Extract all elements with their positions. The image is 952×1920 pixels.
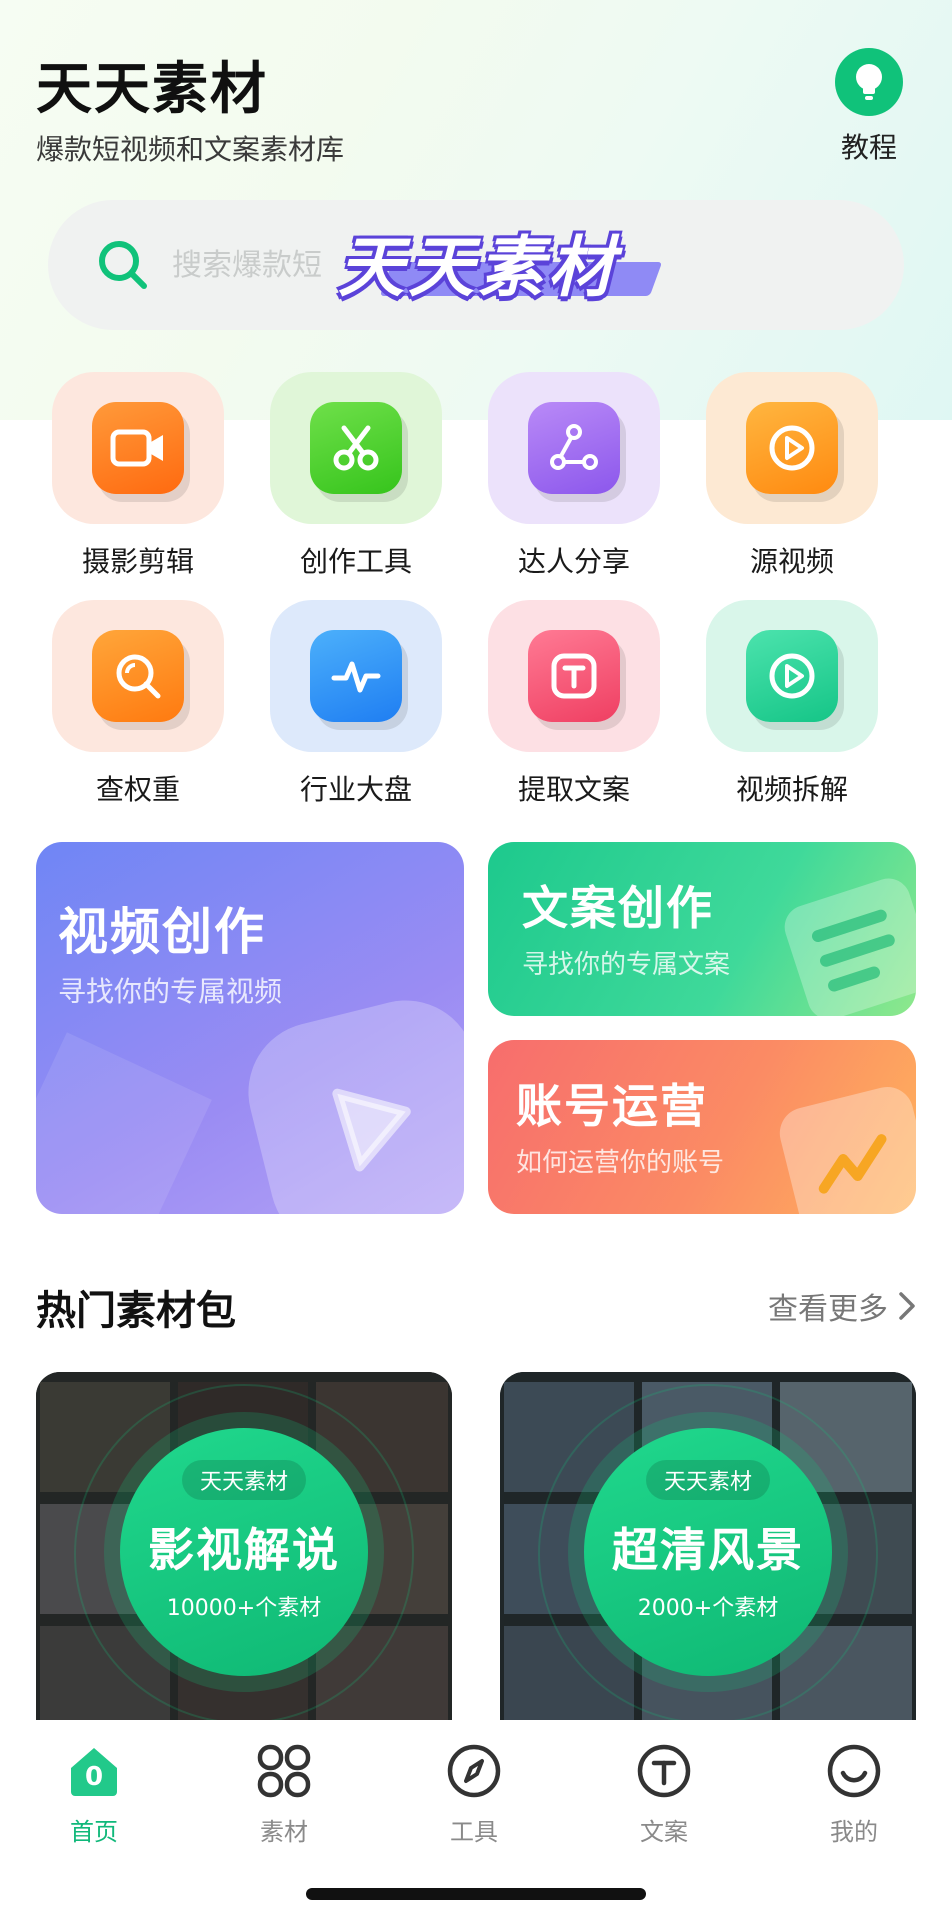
chevron-right-icon bbox=[898, 1291, 916, 1321]
compass-icon bbox=[445, 1742, 503, 1800]
tab-label: 工具 bbox=[450, 1818, 498, 1846]
tile bbox=[706, 372, 878, 524]
tile bbox=[488, 600, 660, 752]
overlay-text: 天天素材 bbox=[338, 229, 618, 306]
video-camera-icon bbox=[92, 402, 184, 494]
play-circle-icon bbox=[746, 402, 838, 494]
pack-count: 10000+个素材 bbox=[166, 1596, 322, 1621]
pack-badge-circle: 天天素材 超清风景 2000+个素材 bbox=[584, 1428, 832, 1676]
section-title: 热门素材包 bbox=[36, 1288, 236, 1334]
view-more-label: 查看更多 bbox=[768, 1292, 888, 1327]
tile bbox=[706, 600, 878, 752]
grid-label: 查权重 bbox=[95, 773, 180, 806]
grid-label: 提取文案 bbox=[517, 773, 630, 806]
tutorial-label: 教程 bbox=[840, 131, 897, 164]
grid-label: 行业大盘 bbox=[299, 773, 412, 806]
app-subtitle: 爆款短视频和文案素材库 bbox=[36, 133, 345, 166]
document-icon bbox=[778, 872, 916, 1016]
grid-item-source-video[interactable]: 源视频 bbox=[692, 372, 892, 580]
grid-item-photo-edit[interactable]: 摄影剪辑 bbox=[38, 372, 238, 580]
tile bbox=[52, 600, 224, 752]
card-title: 视频创作 bbox=[58, 903, 266, 961]
material-pack-card[interactable]: 天天素材 影视解说 10000+个素材 bbox=[36, 1372, 452, 1722]
grid-label: 达人分享 bbox=[517, 545, 630, 578]
card-subtitle: 寻找你的专属文案 bbox=[522, 950, 731, 980]
pack-title: 影视解说 bbox=[148, 1523, 340, 1577]
tab-label: 素材 bbox=[260, 1818, 308, 1846]
grid-item-video-breakdown[interactable]: 视频拆解 bbox=[692, 600, 892, 808]
grid-item-check-weight[interactable]: 查权重 bbox=[38, 600, 238, 808]
search-icon bbox=[92, 630, 184, 722]
account-operation-card[interactable]: 账号运营 如何运营你的账号 bbox=[488, 1040, 916, 1214]
play-circle-icon bbox=[746, 630, 838, 722]
pack-badge-circle: 天天素材 影视解说 10000+个素材 bbox=[120, 1428, 368, 1676]
text-box-icon bbox=[528, 630, 620, 722]
copy-creation-card[interactable]: 文案创作 寻找你的专属文案 bbox=[488, 842, 916, 1016]
grid-label: 视频拆解 bbox=[735, 773, 848, 806]
grid-label: 源视频 bbox=[749, 545, 834, 578]
grid-item-extract-copy[interactable]: 提取文案 bbox=[474, 600, 674, 808]
tab-home[interactable]: 0 首页 bbox=[24, 1742, 164, 1847]
pack-title: 超清风景 bbox=[612, 1523, 804, 1577]
pulse-icon bbox=[310, 630, 402, 722]
search-bar[interactable]: 天天素材 bbox=[48, 200, 904, 330]
grid-item-creation-tools[interactable]: 创作工具 bbox=[256, 372, 456, 580]
tab-copywriting[interactable]: 文案 bbox=[594, 1742, 734, 1847]
tab-label: 文案 bbox=[640, 1818, 688, 1846]
grid-label: 摄影剪辑 bbox=[81, 545, 194, 578]
play-icon bbox=[233, 985, 464, 1214]
smile-icon bbox=[825, 1742, 883, 1800]
tile bbox=[270, 372, 442, 524]
card-subtitle: 如何运营你的账号 bbox=[516, 1148, 725, 1178]
home-indicator[interactable] bbox=[306, 1888, 646, 1900]
scissors-icon bbox=[310, 402, 402, 494]
card-title: 账号运营 bbox=[516, 1079, 708, 1133]
app-title: 天天素材 bbox=[36, 57, 268, 122]
search-overlay-watermark: 天天素材 bbox=[338, 212, 663, 312]
material-pack-card[interactable]: 天天素材 超清风景 2000+个素材 bbox=[500, 1372, 916, 1722]
header: 天天素材 爆款短视频和文案素材库 教程 bbox=[0, 0, 952, 190]
tile bbox=[488, 372, 660, 524]
pack-brand-badge: 天天素材 bbox=[645, 1460, 770, 1500]
tab-mine[interactable]: 我的 bbox=[784, 1742, 924, 1847]
grid-item-industry-market[interactable]: 行业大盘 bbox=[256, 600, 456, 808]
pack-count: 2000+个素材 bbox=[637, 1596, 779, 1621]
card-subtitle: 寻找你的专属视频 bbox=[58, 975, 283, 1008]
tab-tools[interactable]: 工具 bbox=[404, 1742, 544, 1847]
tab-label: 我的 bbox=[830, 1818, 878, 1846]
chart-bolt-icon bbox=[774, 1081, 916, 1214]
grid-icon bbox=[255, 1742, 313, 1800]
card-title: 文案创作 bbox=[522, 881, 714, 935]
share-icon bbox=[528, 402, 620, 494]
tile bbox=[270, 600, 442, 752]
tile bbox=[52, 372, 224, 524]
pack-brand-badge: 天天素材 bbox=[181, 1460, 306, 1500]
card-decoration bbox=[36, 1032, 212, 1214]
grid-item-expert-share[interactable]: 达人分享 bbox=[474, 372, 674, 580]
tutorial-button[interactable]: 教程 bbox=[832, 48, 906, 166]
home-badge: 0 bbox=[84, 1762, 104, 1792]
grid-label: 创作工具 bbox=[299, 545, 412, 578]
search-icon bbox=[94, 236, 152, 294]
tab-label: 首页 bbox=[70, 1818, 118, 1846]
lightbulb-icon bbox=[835, 48, 903, 116]
video-creation-card[interactable]: 视频创作 寻找你的专属视频 bbox=[36, 842, 464, 1214]
view-more-link[interactable]: 查看更多 bbox=[768, 1284, 916, 1328]
tab-materials[interactable]: 素材 bbox=[214, 1742, 354, 1847]
home-icon: 0 bbox=[65, 1742, 123, 1800]
text-circle-icon bbox=[635, 1742, 693, 1800]
